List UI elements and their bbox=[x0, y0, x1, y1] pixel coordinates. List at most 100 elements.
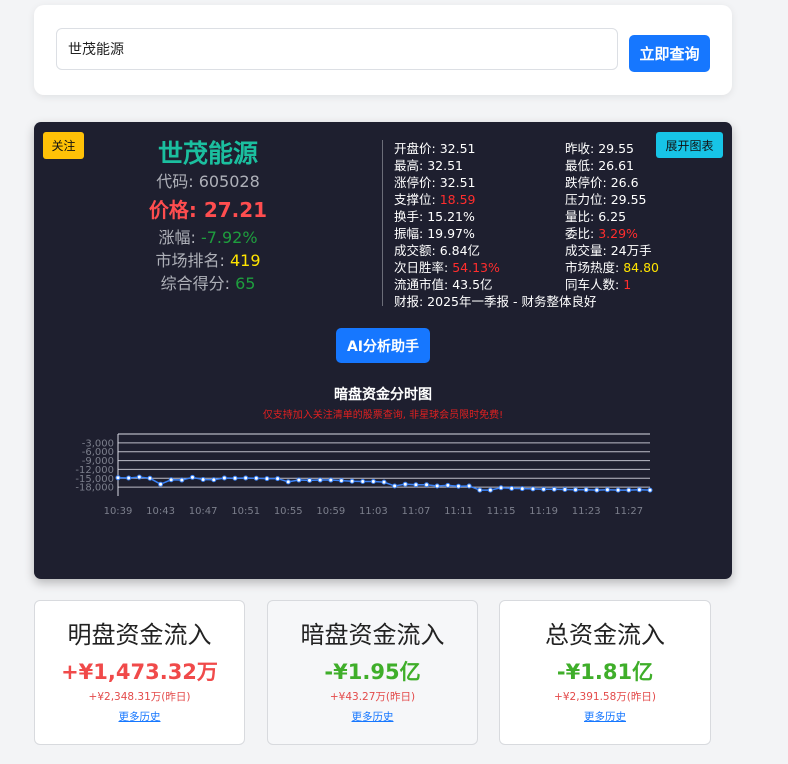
data-point bbox=[349, 478, 355, 484]
metric-limit-down: 跌停价: 26.6 bbox=[565, 175, 639, 190]
flow-title: 明盘资金流入 bbox=[67, 621, 212, 649]
dark-flow-chart: -3,000-6,000-9,000-12,000-15,000-18,0001… bbox=[75, 433, 653, 517]
stock-code: 代码: 605028 bbox=[156, 172, 260, 191]
data-point bbox=[147, 475, 153, 481]
data-point bbox=[402, 481, 408, 487]
flow-yesterday: +¥2,391.58万(昨日) bbox=[554, 691, 656, 703]
flow-value: -¥1.81亿 bbox=[556, 660, 654, 684]
flow-yesterday: +¥43.27万(昨日) bbox=[329, 691, 416, 703]
follow-button[interactable]: 关注 bbox=[43, 132, 84, 159]
metric-limit-up: 涨停价: 32.51 bbox=[394, 175, 476, 190]
data-point bbox=[530, 486, 536, 492]
flow-title: 总资金流入 bbox=[545, 621, 665, 649]
x-tick-label: 11:23 bbox=[572, 506, 601, 517]
data-point bbox=[328, 477, 334, 483]
metric-heat: 市场热度: 84.80 bbox=[565, 260, 659, 275]
data-point bbox=[360, 479, 366, 485]
data-point bbox=[296, 477, 302, 483]
data-point bbox=[487, 487, 493, 493]
data-point bbox=[519, 486, 525, 492]
divider bbox=[382, 140, 383, 306]
data-point bbox=[232, 475, 238, 481]
x-tick-label: 11:07 bbox=[402, 506, 431, 517]
more-history-link[interactable]: 更多历史 bbox=[584, 709, 626, 724]
x-tick-label: 10:39 bbox=[104, 506, 133, 517]
stock-price: 价格: 27.21 bbox=[148, 198, 268, 222]
metric-open: 开盘价: 32.51 bbox=[394, 141, 476, 156]
score-line: 综合得分: 65 bbox=[128, 272, 288, 295]
data-point bbox=[179, 477, 185, 483]
data-point bbox=[211, 477, 217, 483]
data-point bbox=[551, 486, 557, 492]
metric-high: 最高: 32.51 bbox=[394, 158, 463, 173]
data-point bbox=[615, 487, 621, 493]
score-label: 综合得分: bbox=[160, 274, 236, 293]
metric-turnover: 换手: 15.21% bbox=[394, 209, 475, 224]
metric-amplitude: 振幅: 19.97% bbox=[394, 226, 475, 241]
more-history-link[interactable]: 更多历史 bbox=[119, 709, 161, 724]
data-point bbox=[338, 478, 344, 484]
metric-bid-ratio: 委比: 3.29% bbox=[565, 226, 638, 241]
data-point bbox=[136, 474, 142, 480]
data-point bbox=[189, 474, 195, 480]
data-point bbox=[541, 486, 547, 492]
data-point bbox=[636, 487, 642, 493]
data-point bbox=[626, 487, 632, 493]
metric-float-cap: 流通市值: 43.5亿 bbox=[394, 277, 493, 292]
data-point bbox=[434, 483, 440, 489]
data-point bbox=[285, 479, 291, 485]
query-button[interactable]: 立即查询 bbox=[629, 35, 710, 72]
rank-label: 市场排名: bbox=[155, 251, 230, 270]
metric-support: 支撑位: 18.59 bbox=[394, 192, 476, 207]
data-point bbox=[243, 475, 249, 481]
x-tick-label: 10:47 bbox=[189, 506, 218, 517]
y-tick-label: -18,000 bbox=[75, 483, 114, 494]
change-label: 涨幅: bbox=[158, 228, 201, 247]
data-point bbox=[594, 487, 600, 493]
flow-value: -¥1.95亿 bbox=[324, 660, 421, 684]
data-point bbox=[424, 482, 430, 488]
data-point bbox=[392, 483, 398, 489]
data-point bbox=[253, 475, 259, 481]
metric-prev-close: 昨收: 29.55 bbox=[565, 141, 634, 156]
metric-volume-ratio: 量比: 6.25 bbox=[565, 209, 627, 224]
data-point bbox=[115, 475, 121, 481]
stock-summary: 世茂能源 代码: 605028 价格: 27.21 涨幅: -7.92% 市场排… bbox=[128, 138, 288, 295]
x-tick-label: 11:03 bbox=[359, 506, 388, 517]
data-point bbox=[381, 479, 387, 485]
data-point bbox=[275, 476, 281, 482]
chart-subtitle: 仅支持加入关注清单的股票查询, 非星球会员限时免费! bbox=[262, 410, 504, 421]
data-point bbox=[455, 483, 461, 489]
flow-yesterday: +¥2,348.31万(昨日) bbox=[88, 691, 191, 703]
data-point bbox=[307, 477, 313, 483]
more-history-link[interactable]: 更多历史 bbox=[352, 709, 394, 724]
search-card: 立即查询 bbox=[34, 5, 732, 95]
x-tick-label: 10:43 bbox=[146, 506, 175, 517]
financial-report: 财报: 2025年一季报 - 财务整体良好 bbox=[394, 294, 597, 309]
data-point bbox=[562, 487, 568, 493]
data-point bbox=[126, 475, 132, 481]
chart-title: 暗盘资金分时图 bbox=[334, 387, 432, 403]
data-point bbox=[264, 476, 270, 482]
data-point bbox=[445, 482, 451, 488]
stock-search-input[interactable] bbox=[56, 28, 618, 70]
ai-assistant-button[interactable]: AI分析助手 bbox=[336, 328, 430, 363]
data-point bbox=[158, 481, 164, 487]
data-point bbox=[573, 487, 579, 493]
flow-value: +¥1,473.32万 bbox=[61, 660, 218, 684]
flow-card-dark: 暗盘资金流入 -¥1.95亿 +¥43.27万(昨日) 更多历史 bbox=[267, 600, 478, 745]
flow-title: 暗盘资金流入 bbox=[300, 621, 445, 649]
stock-detail-card: 关注 展开图表 世茂能源 代码: 605028 价格: 27.21 涨幅: -7… bbox=[34, 122, 732, 579]
metric-resistance: 压力位: 29.55 bbox=[565, 192, 647, 207]
x-tick-label: 10:51 bbox=[231, 506, 260, 517]
data-point bbox=[583, 487, 589, 493]
data-point bbox=[509, 485, 515, 491]
data-point bbox=[413, 482, 419, 488]
data-point bbox=[647, 487, 653, 493]
score-value: 65 bbox=[235, 274, 256, 293]
data-point bbox=[466, 483, 472, 489]
x-tick-label: 10:55 bbox=[274, 506, 303, 517]
x-tick-label: 11:19 bbox=[529, 506, 558, 517]
x-tick-label: 10:59 bbox=[316, 506, 345, 517]
expand-chart-button[interactable]: 展开图表 bbox=[656, 132, 723, 158]
